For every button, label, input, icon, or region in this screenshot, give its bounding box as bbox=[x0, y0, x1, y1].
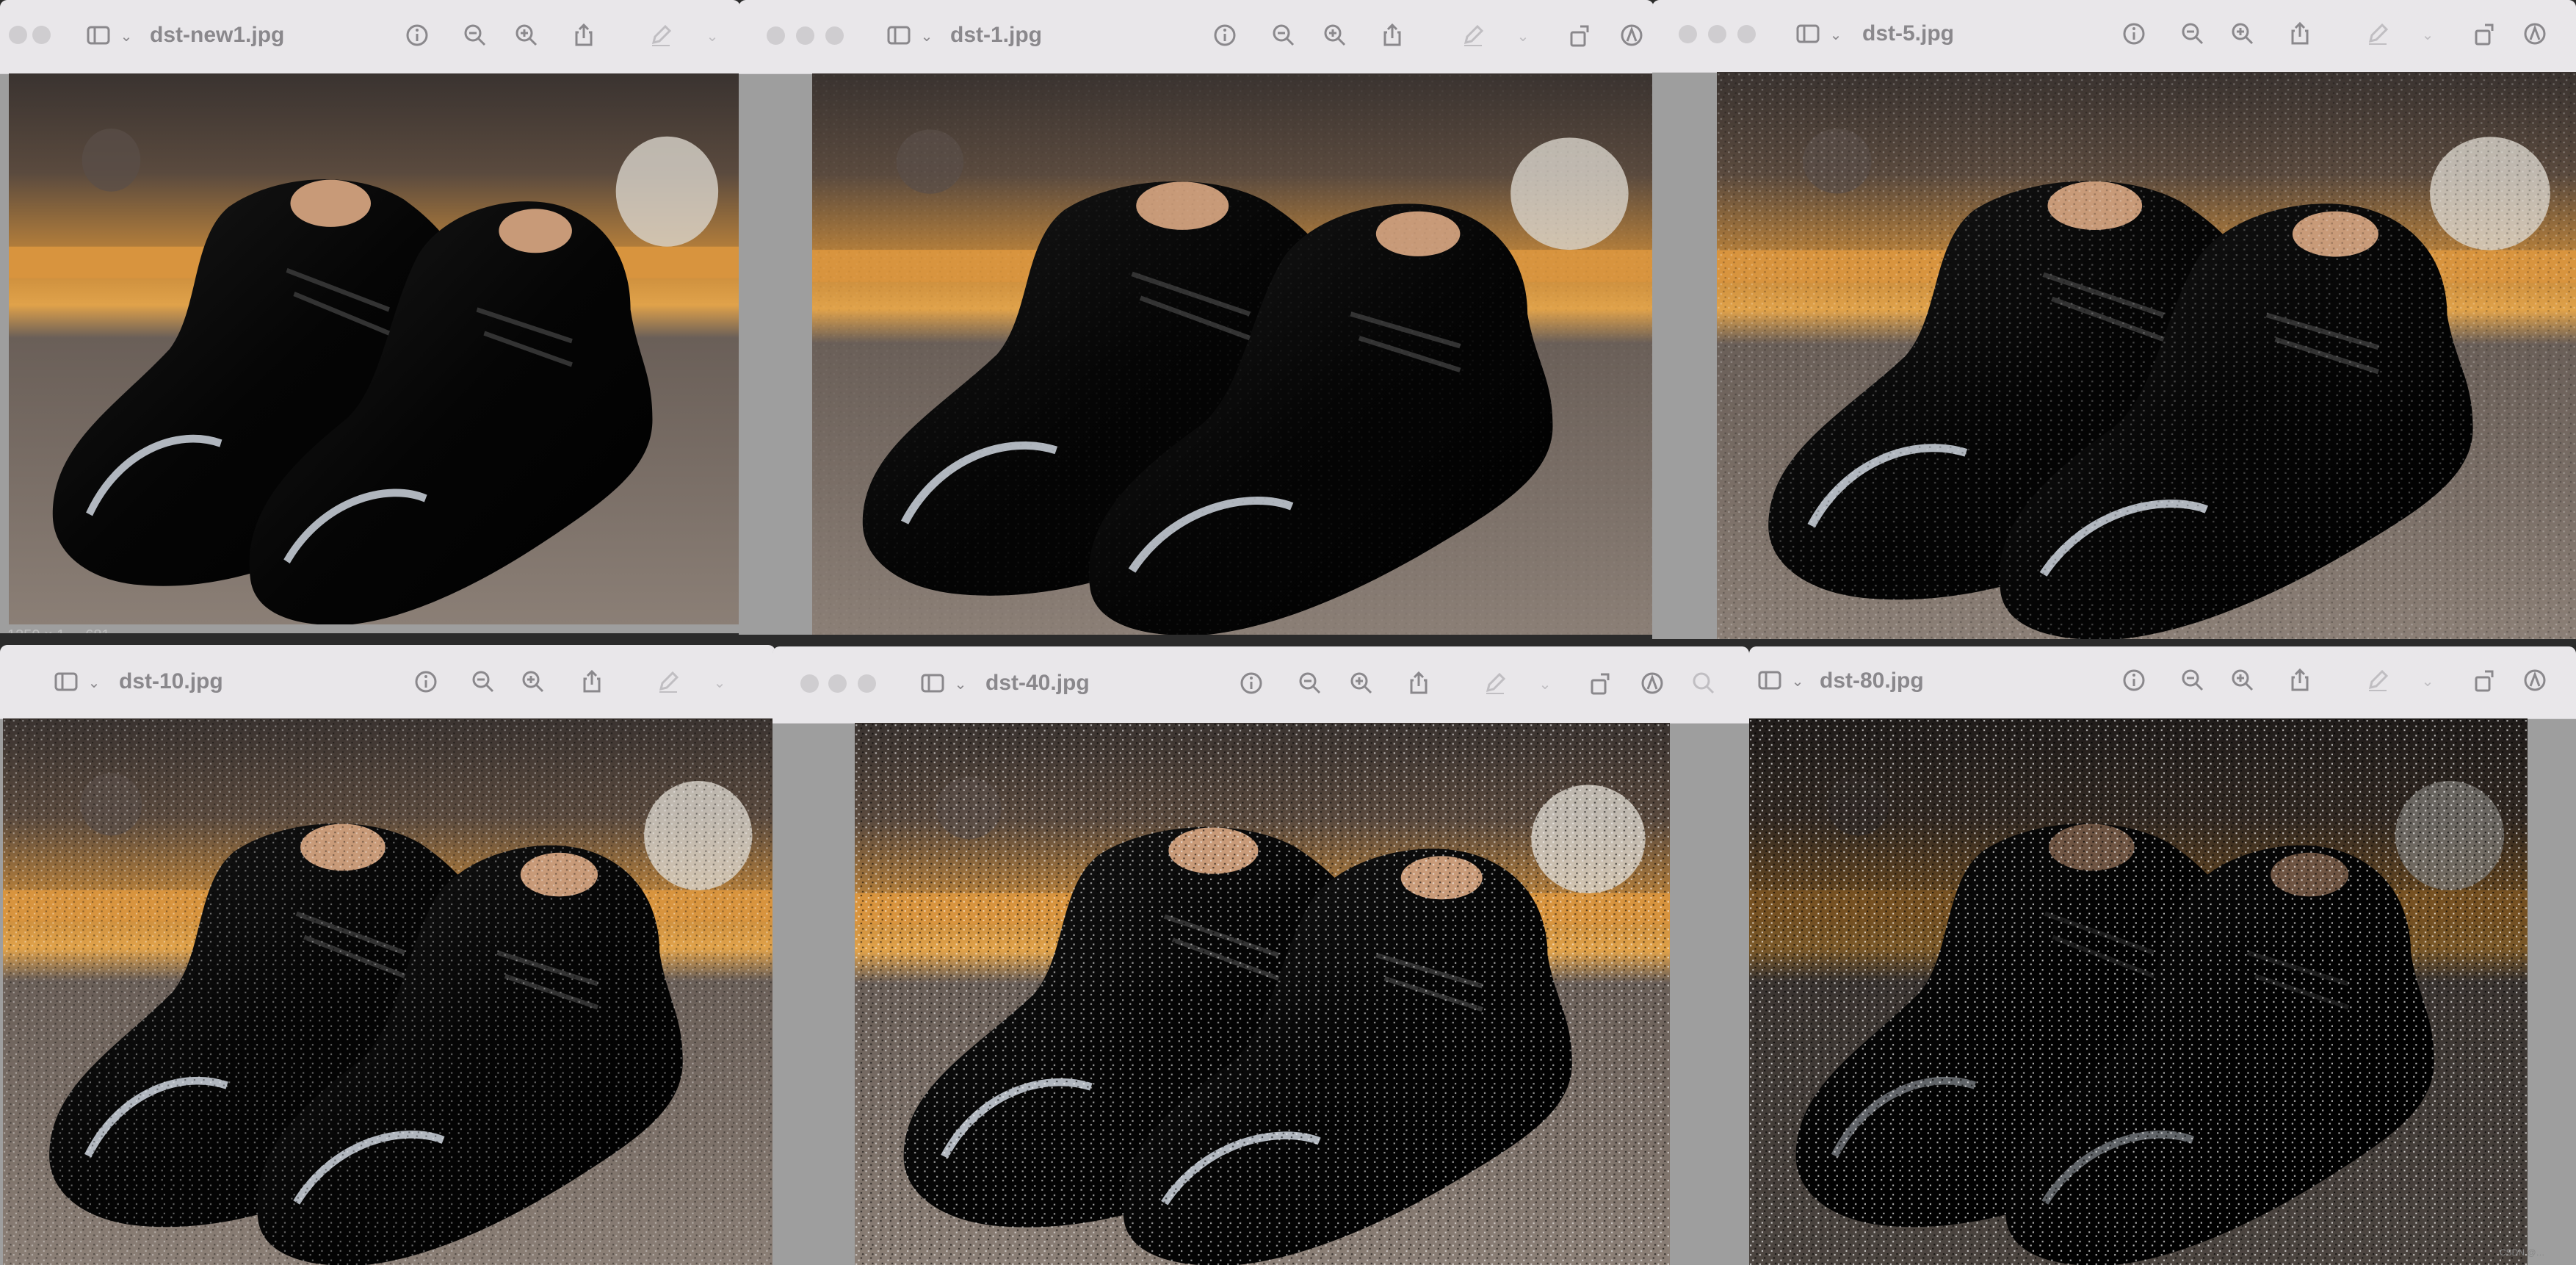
chevron-down-icon[interactable]: ⌄ bbox=[2412, 19, 2444, 51]
info-icon[interactable] bbox=[1209, 19, 1241, 51]
rotate-icon[interactable] bbox=[2469, 18, 2501, 50]
window-zoom-button[interactable] bbox=[1737, 25, 1756, 43]
window-title: dst-10.jpg bbox=[119, 669, 223, 693]
share-icon[interactable] bbox=[2284, 18, 2316, 50]
search-icon[interactable] bbox=[1687, 667, 1720, 699]
preview-image bbox=[1749, 718, 2528, 1265]
info-icon[interactable] bbox=[1235, 667, 1267, 699]
preview-window-dst-80[interactable]: ⌄ dst-80.jpg ⌄ CSDN @… bbox=[1749, 646, 2576, 1265]
annotate-icon[interactable] bbox=[1636, 667, 1668, 699]
window-title: dst-5.jpg bbox=[1862, 21, 1954, 46]
chevron-down-icon[interactable]: ⌄ bbox=[1529, 668, 1561, 701]
chevron-down-icon[interactable]: ⌄ bbox=[2412, 666, 2444, 698]
chevron-down-icon[interactable]: ⌄ bbox=[1781, 666, 1814, 698]
preview-image bbox=[855, 723, 1670, 1265]
image-size-status: 1350 × 1 ... 681 bbox=[7, 627, 110, 633]
window-zoom-button[interactable] bbox=[858, 674, 876, 693]
zoom-out-icon[interactable] bbox=[1267, 19, 1300, 51]
share-icon[interactable] bbox=[2284, 664, 2316, 696]
preview-window-dst-40[interactable]: ⌄ dst-40.jpg ⌄ bbox=[773, 646, 1749, 1265]
watermark: CSDN @… bbox=[2500, 1247, 2545, 1258]
zoom-in-icon[interactable] bbox=[2226, 664, 2259, 696]
window-title: dst-1.jpg bbox=[950, 23, 1042, 47]
window-zoom-button[interactable] bbox=[32, 26, 51, 44]
markup-pen-icon[interactable] bbox=[1479, 667, 1511, 699]
window-minimize-button[interactable] bbox=[9, 26, 27, 44]
window-close-button[interactable] bbox=[800, 674, 819, 693]
chevron-down-icon[interactable]: ⌄ bbox=[78, 667, 110, 699]
share-icon[interactable] bbox=[576, 666, 608, 698]
zoom-out-icon[interactable] bbox=[467, 666, 499, 698]
rotate-icon[interactable] bbox=[1585, 667, 1617, 699]
window-toolbar: ⌄ dst-1.jpg ⌄ bbox=[739, 0, 1654, 74]
info-icon[interactable] bbox=[2118, 18, 2150, 50]
window-minimize-button[interactable] bbox=[828, 674, 847, 693]
zoom-in-icon[interactable] bbox=[510, 19, 543, 51]
chevron-down-icon[interactable]: ⌄ bbox=[703, 667, 736, 699]
preview-window-dst-new1[interactable]: ⌄ dst-new1.jpg ⌄ 1350 × 1 ... 681 bbox=[0, 0, 740, 633]
share-icon[interactable] bbox=[1403, 667, 1435, 699]
annotate-icon[interactable] bbox=[2519, 18, 2551, 50]
chevron-down-icon[interactable]: ⌄ bbox=[911, 21, 943, 53]
zoom-in-icon[interactable] bbox=[2226, 18, 2259, 50]
window-toolbar: ⌄ dst-5.jpg ⌄ bbox=[1652, 0, 2576, 73]
chevron-down-icon[interactable]: ⌄ bbox=[110, 21, 142, 53]
preview-image bbox=[9, 73, 740, 624]
window-title: dst-40.jpg bbox=[985, 671, 1090, 695]
preview-window-dst-10[interactable]: ⌄ dst-10.jpg ⌄ bbox=[0, 645, 775, 1265]
info-icon[interactable] bbox=[401, 19, 433, 51]
chevron-down-icon[interactable]: ⌄ bbox=[944, 668, 977, 701]
share-icon[interactable] bbox=[568, 19, 600, 51]
chevron-down-icon[interactable]: ⌄ bbox=[696, 21, 728, 53]
zoom-out-icon[interactable] bbox=[1294, 667, 1326, 699]
annotate-icon[interactable] bbox=[1616, 19, 1648, 51]
zoom-in-icon[interactable] bbox=[1345, 667, 1378, 699]
preview-window-dst-1[interactable]: ⌄ dst-1.jpg ⌄ bbox=[739, 0, 1654, 635]
rotate-icon[interactable] bbox=[1564, 19, 1596, 51]
window-toolbar: ⌄ dst-10.jpg ⌄ bbox=[0, 645, 775, 719]
zoom-in-icon[interactable] bbox=[1319, 19, 1351, 51]
window-zoom-button[interactable] bbox=[825, 26, 844, 45]
window-minimize-button[interactable] bbox=[1708, 25, 1726, 43]
preview-image bbox=[3, 718, 775, 1265]
share-icon[interactable] bbox=[1376, 19, 1408, 51]
window-title: dst-new1.jpg bbox=[150, 23, 285, 47]
window-title: dst-80.jpg bbox=[1820, 668, 1924, 693]
rotate-icon[interactable] bbox=[2469, 664, 2501, 696]
preview-image bbox=[1717, 72, 2576, 639]
window-toolbar: ⌄ dst-40.jpg ⌄ bbox=[773, 646, 1749, 724]
window-toolbar: ⌄ dst-new1.jpg ⌄ bbox=[0, 0, 740, 74]
markup-pen-icon[interactable] bbox=[1457, 19, 1489, 51]
info-icon[interactable] bbox=[410, 666, 442, 698]
chevron-down-icon[interactable]: ⌄ bbox=[1820, 19, 1852, 51]
window-minimize-button[interactable] bbox=[796, 26, 814, 45]
window-toolbar: ⌄ dst-80.jpg ⌄ bbox=[1749, 646, 2576, 719]
info-icon[interactable] bbox=[2118, 664, 2150, 696]
markup-pen-icon[interactable] bbox=[645, 19, 677, 51]
preview-image bbox=[812, 73, 1654, 635]
window-close-button[interactable] bbox=[1679, 25, 1697, 43]
zoom-out-icon[interactable] bbox=[2177, 664, 2209, 696]
zoom-out-icon[interactable] bbox=[2177, 18, 2209, 50]
markup-pen-icon[interactable] bbox=[2362, 18, 2394, 50]
chevron-down-icon[interactable]: ⌄ bbox=[1507, 21, 1539, 53]
zoom-in-icon[interactable] bbox=[517, 666, 549, 698]
preview-window-dst-5[interactable]: ⌄ dst-5.jpg ⌄ bbox=[1652, 0, 2576, 639]
annotate-icon[interactable] bbox=[2519, 664, 2551, 696]
window-close-button[interactable] bbox=[767, 26, 785, 45]
zoom-out-icon[interactable] bbox=[459, 19, 491, 51]
markup-pen-icon[interactable] bbox=[2362, 664, 2394, 696]
markup-pen-icon[interactable] bbox=[652, 666, 684, 698]
